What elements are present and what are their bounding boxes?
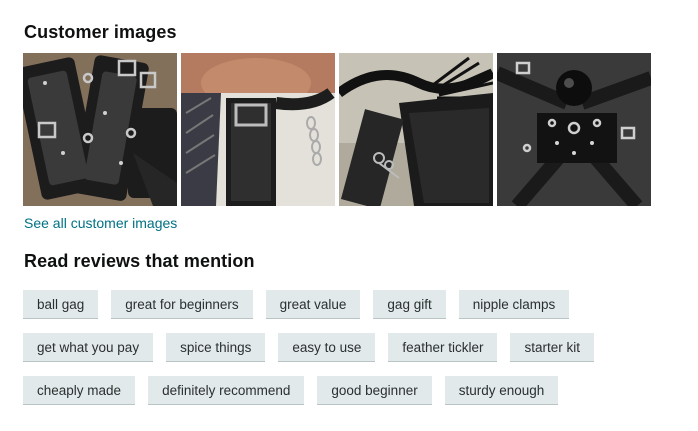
customer-image-4[interactable] (497, 53, 651, 206)
mention-chip[interactable]: sturdy enough (444, 376, 559, 405)
mention-chip[interactable]: starter kit (510, 333, 594, 362)
see-all-customer-images-link[interactable]: See all customer images (24, 215, 177, 231)
mention-chip[interactable]: definitely recommend (148, 376, 305, 405)
customer-image-1[interactable] (23, 53, 177, 206)
mention-chip[interactable]: easy to use (278, 333, 376, 362)
mention-chip[interactable]: get what you pay (23, 333, 154, 362)
customer-images-strip (23, 53, 651, 206)
chip-row-2: get what you pay spice things easy to us… (23, 333, 594, 362)
customer-images-heading: Customer images (24, 22, 177, 42)
mention-chip[interactable]: great value (265, 290, 361, 319)
review-mention-chips: ball gag great for beginners great value… (23, 290, 594, 419)
read-reviews-mention-heading: Read reviews that mention (24, 251, 255, 271)
mention-chip[interactable]: gag gift (373, 290, 446, 319)
mention-chip[interactable]: ball gag (23, 290, 99, 319)
mention-chip[interactable]: great for beginners (111, 290, 253, 319)
customer-reviews-panel: Customer images See all customer images … (0, 0, 698, 431)
mention-chip[interactable]: feather tickler (388, 333, 498, 362)
customer-image-3[interactable] (339, 53, 493, 206)
mention-chip[interactable]: good beginner (317, 376, 432, 405)
chip-row-1: ball gag great for beginners great value… (23, 290, 594, 319)
customer-image-2[interactable] (181, 53, 335, 206)
mention-chip[interactable]: nipple clamps (458, 290, 570, 319)
mention-chip[interactable]: cheaply made (23, 376, 136, 405)
mention-chip[interactable]: spice things (166, 333, 266, 362)
chip-row-3: cheaply made definitely recommend good b… (23, 376, 594, 405)
